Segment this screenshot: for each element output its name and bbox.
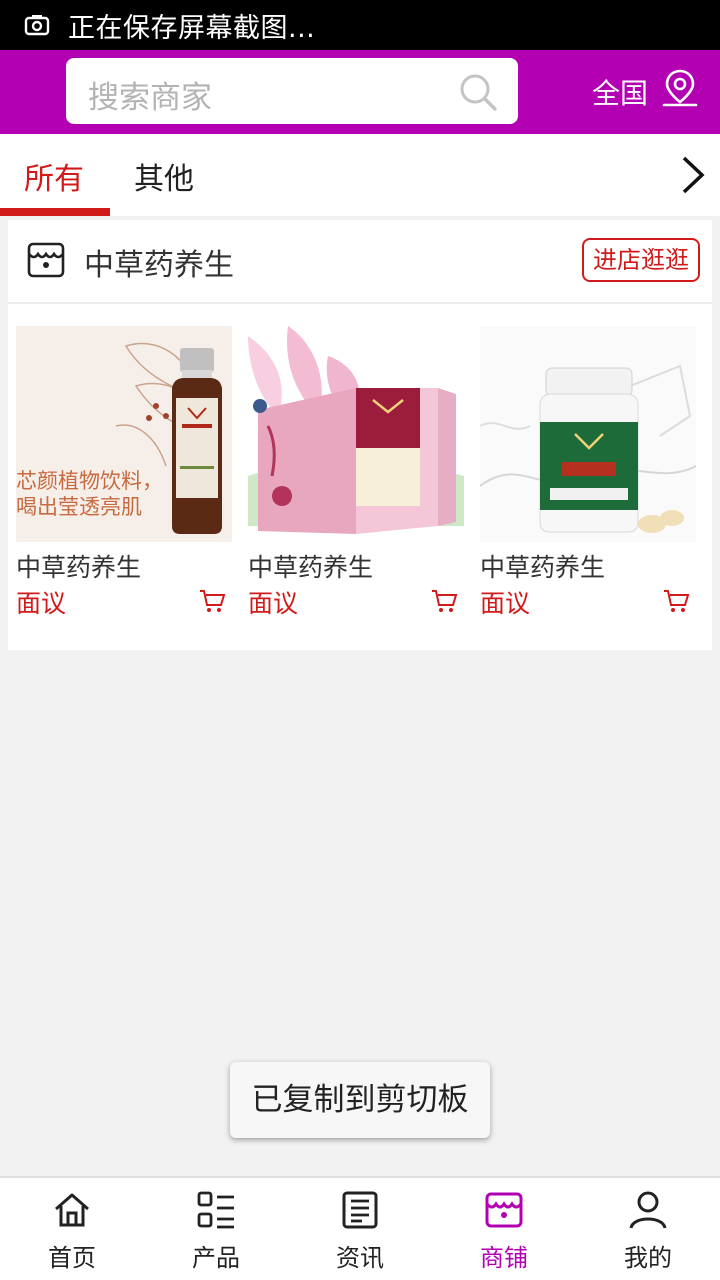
- app-header: 搜索商家 全国: [0, 50, 720, 134]
- product-image-caption-line2: 喝出莹透亮肌: [16, 496, 142, 519]
- store-card: 中草药养生 进店逛逛 芯颜植物饮料， 喝出莹透亮肌 中草药养生 面议 中草药养生…: [8, 220, 712, 650]
- store-name[interactable]: 中草药养生: [84, 240, 234, 284]
- category-tabs: 所有 其他: [0, 134, 720, 216]
- nav-news-label: 资讯: [336, 1244, 384, 1272]
- home-icon: [55, 1193, 89, 1227]
- shop-icon: [485, 1192, 523, 1228]
- news-icon: [342, 1191, 378, 1229]
- nav-news[interactable]: 资讯: [288, 1178, 432, 1280]
- status-text: 正在保存屏幕截图...: [68, 12, 316, 44]
- store-icon: [27, 242, 65, 278]
- nav-home[interactable]: 首页: [0, 1178, 144, 1280]
- product-name[interactable]: 中草药养生: [248, 548, 464, 584]
- active-tab-indicator: [0, 208, 110, 216]
- store-header: 中草药养生 进店逛逛: [8, 220, 712, 304]
- search-placeholder: 搜索商家: [88, 80, 212, 116]
- product-card[interactable]: 芯颜植物饮料， 喝出莹透亮肌 中草药养生 面议: [16, 326, 232, 620]
- chevron-right-icon[interactable]: [674, 152, 710, 198]
- add-to-cart-icon[interactable]: [662, 588, 690, 614]
- add-to-cart-icon[interactable]: [430, 588, 458, 614]
- toast-message: 已复制到剪切板: [230, 1062, 490, 1138]
- tab-other[interactable]: 其他: [134, 154, 194, 198]
- product-name[interactable]: 中草药养生: [16, 548, 232, 584]
- user-icon: [629, 1191, 667, 1229]
- list-icon: [197, 1191, 234, 1229]
- nav-products[interactable]: 产品: [144, 1178, 288, 1280]
- product-image-caption-line1: 芯颜植物饮料，: [16, 470, 163, 493]
- status-bar: 正在保存屏幕截图...: [0, 0, 720, 50]
- product-image[interactable]: [480, 326, 696, 542]
- product-card[interactable]: 中草药养生 面议: [480, 326, 696, 620]
- nav-products-label: 产品: [192, 1244, 240, 1272]
- nav-shops-label: 商铺: [480, 1244, 528, 1272]
- visit-store-button[interactable]: 进店逛逛: [582, 238, 700, 282]
- nav-home-label: 首页: [48, 1244, 96, 1272]
- region-selector[interactable]: 全国: [592, 72, 648, 112]
- tab-all[interactable]: 所有: [24, 154, 84, 198]
- product-image[interactable]: [248, 326, 464, 542]
- add-to-cart-icon[interactable]: [198, 588, 226, 614]
- bottom-nav: 首页 产品 资讯 商铺 我的: [0, 1176, 720, 1280]
- nav-profile[interactable]: 我的: [576, 1178, 720, 1280]
- product-card[interactable]: 中草药养生 面议: [248, 326, 464, 620]
- nav-profile-label: 我的: [624, 1244, 672, 1272]
- search-icon[interactable]: [458, 72, 498, 112]
- product-image[interactable]: 芯颜植物饮料， 喝出莹透亮肌: [16, 326, 232, 542]
- product-name[interactable]: 中草药养生: [480, 548, 696, 584]
- search-input[interactable]: 搜索商家: [66, 58, 518, 124]
- nav-shops[interactable]: 商铺: [432, 1178, 576, 1280]
- screenshot-icon: [24, 15, 50, 36]
- location-pin-icon[interactable]: [660, 68, 700, 108]
